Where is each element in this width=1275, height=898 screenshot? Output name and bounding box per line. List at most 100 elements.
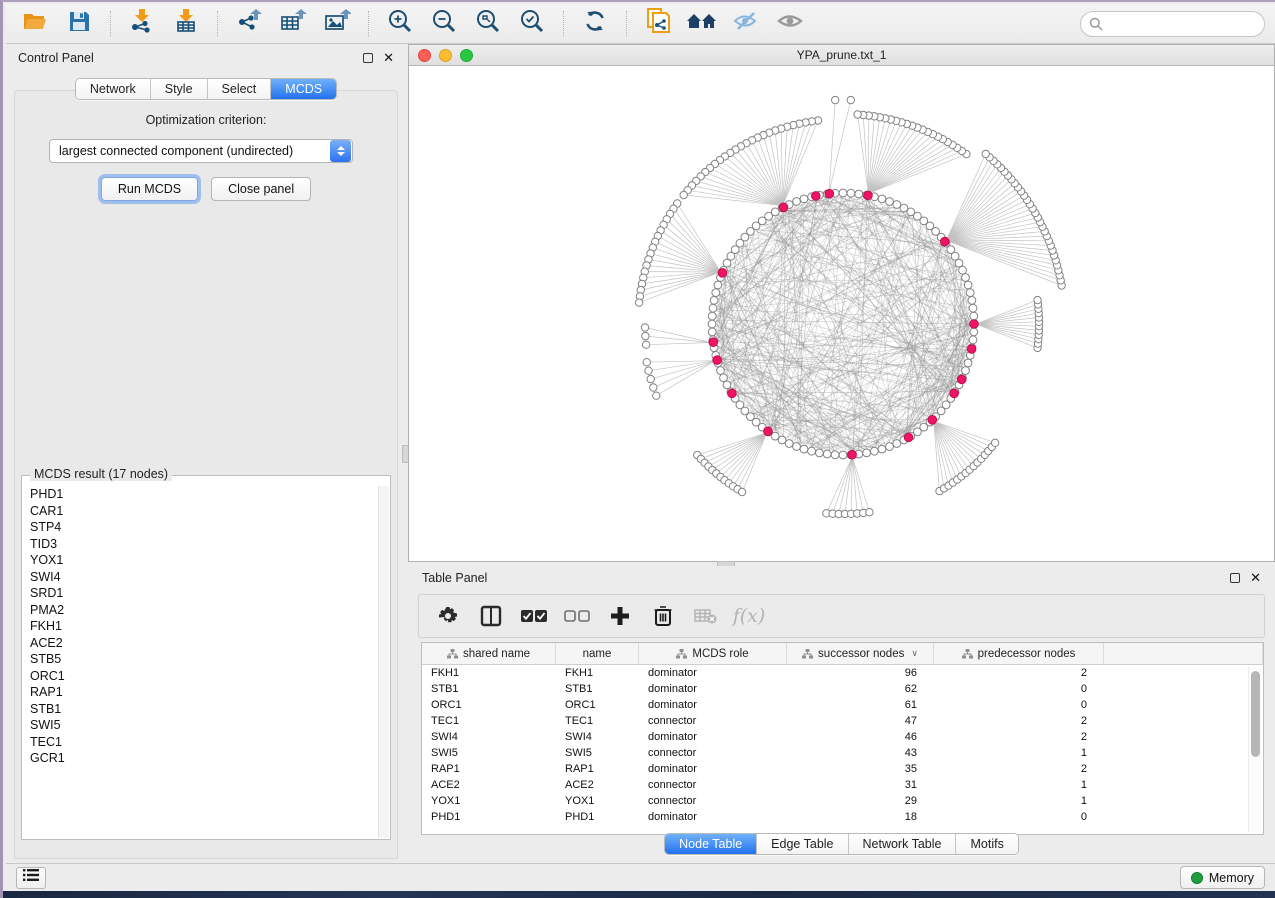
save-button[interactable] (60, 8, 98, 40)
table-cell: SWI5 (422, 745, 556, 761)
memory-button[interactable]: Memory (1180, 866, 1265, 889)
show-column-icon[interactable] (478, 603, 504, 629)
first-neighbors-button[interactable] (683, 8, 721, 40)
zoom-out-button[interactable] (425, 8, 463, 40)
table-row[interactable]: RAP1RAP1dominator352 (422, 761, 1263, 777)
search-input[interactable] (1080, 11, 1265, 37)
network-window-titlebar[interactable]: YPA_prune.txt_1 (409, 45, 1274, 66)
mcds-result-item[interactable]: STP4 (30, 519, 376, 536)
table-cell: 2 (934, 729, 1104, 745)
task-history-button[interactable] (16, 867, 46, 889)
column-header-name[interactable]: name (556, 643, 639, 664)
table-cell: 0 (934, 697, 1104, 713)
import-table-button[interactable] (167, 8, 205, 40)
export-image-button[interactable] (318, 8, 356, 40)
network-graph (409, 66, 1275, 562)
mcds-result-item[interactable]: ORC1 (30, 668, 376, 685)
function-builder-icon[interactable]: f(x) (736, 603, 762, 629)
float-table-panel-icon[interactable] (1230, 573, 1240, 583)
close-panel-button[interactable]: Close panel (211, 177, 311, 201)
zoom-in-button[interactable] (381, 8, 419, 40)
column-header-shared-name[interactable]: shared name (422, 643, 556, 664)
clone-network-button[interactable] (639, 8, 677, 40)
delete-table-icon[interactable] (693, 603, 719, 629)
mcds-result-item[interactable]: GCR1 (30, 750, 376, 767)
mcds-result-item[interactable]: PHD1 (30, 486, 376, 503)
window-maximize-button[interactable] (460, 49, 473, 62)
table-row[interactable]: FKH1FKH1dominator962 (422, 665, 1263, 681)
table-cell: FKH1 (556, 665, 639, 681)
table-scrollbar-thumb[interactable] (1251, 671, 1260, 757)
table-cell-filler (1104, 697, 1263, 713)
mcds-result-item[interactable]: SWI5 (30, 717, 376, 734)
tab-network[interactable]: Network (76, 79, 151, 99)
table-tab-edge-table[interactable]: Edge Table (757, 834, 848, 854)
mcds-result-item[interactable]: TID3 (30, 536, 376, 553)
table-cell: RAP1 (422, 761, 556, 777)
settings-gear-icon[interactable] (435, 603, 461, 629)
table-cell-filler (1104, 729, 1263, 745)
table-cell: 2 (934, 665, 1104, 681)
column-header-MCDS-role[interactable]: MCDS role (639, 643, 787, 664)
table-cell: dominator (639, 761, 787, 777)
close-panel-icon[interactable]: ✕ (383, 53, 394, 63)
unselect-all-checkboxes-icon[interactable] (564, 603, 590, 629)
mcds-result-item[interactable]: STB5 (30, 651, 376, 668)
network-canvas[interactable] (409, 66, 1274, 561)
open-file-button[interactable] (16, 8, 54, 40)
table-row[interactable]: STB1STB1dominator620 (422, 681, 1263, 697)
import-network-button[interactable] (123, 8, 161, 40)
mcds-result-item[interactable]: PMA2 (30, 602, 376, 619)
window-close-button[interactable] (418, 49, 431, 62)
table-row[interactable]: PHD1PHD1dominator180 (422, 809, 1263, 825)
zoom-fit-button[interactable] (469, 8, 507, 40)
mcds-result-item[interactable]: TEC1 (30, 734, 376, 751)
mcds-result-item[interactable]: FKH1 (30, 618, 376, 635)
export-table-button[interactable] (274, 8, 312, 40)
optimization-criterion-dropdown[interactable]: largest connected component (undirected) (49, 139, 353, 163)
mcds-result-item[interactable]: CAR1 (30, 503, 376, 520)
hide-selected-button[interactable] (727, 8, 765, 40)
table-tab-network-table[interactable]: Network Table (849, 834, 957, 854)
export-network-button[interactable] (230, 8, 268, 40)
select-all-checkboxes-icon[interactable] (521, 603, 547, 629)
float-panel-icon[interactable] (363, 53, 373, 63)
table-cell: FKH1 (422, 665, 556, 681)
toolbar-separator (217, 11, 218, 37)
mcds-result-item[interactable]: SWI4 (30, 569, 376, 586)
table-body: FKH1FKH1dominator962STB1STB1dominator620… (422, 665, 1263, 825)
table-cell: 62 (787, 681, 934, 697)
tab-mcds[interactable]: MCDS (271, 79, 336, 99)
table-cell: TEC1 (556, 713, 639, 729)
close-table-panel-icon[interactable]: ✕ (1250, 573, 1261, 583)
mcds-result-item[interactable]: ACE2 (30, 635, 376, 652)
control-panel-header: Control Panel ✕ (6, 44, 406, 72)
table-row[interactable]: SWI5SWI5connector431 (422, 745, 1263, 761)
table-row[interactable]: YOX1YOX1connector291 (422, 793, 1263, 809)
run-mcds-button[interactable]: Run MCDS (101, 177, 198, 201)
table-row[interactable]: ACE2ACE2connector311 (422, 777, 1263, 793)
table-row[interactable]: TEC1TEC1connector472 (422, 713, 1263, 729)
table-cell: 35 (787, 761, 934, 777)
column-header-predecessor-nodes[interactable]: predecessor nodes (934, 643, 1104, 664)
window-minimize-button[interactable] (439, 49, 452, 62)
mcds-result-item[interactable]: YOX1 (30, 552, 376, 569)
table-tab-motifs[interactable]: Motifs (956, 834, 1017, 854)
mcds-result-item[interactable]: RAP1 (30, 684, 376, 701)
zoom-fit-icon (475, 8, 501, 39)
mcds-result-item[interactable]: STB1 (30, 701, 376, 718)
add-column-icon[interactable] (607, 603, 633, 629)
tab-select[interactable]: Select (208, 79, 272, 99)
tab-style[interactable]: Style (151, 79, 208, 99)
column-header-successor-nodes[interactable]: successor nodes∨ (787, 643, 934, 664)
show-all-button[interactable] (771, 8, 809, 40)
refresh-button[interactable] (576, 8, 614, 40)
table-row[interactable]: ORC1ORC1dominator610 (422, 697, 1263, 713)
mcds-result-item[interactable]: SRD1 (30, 585, 376, 602)
mcds-list-scrollbar[interactable] (378, 486, 389, 838)
delete-column-icon[interactable] (650, 603, 676, 629)
zoom-selected-button[interactable] (513, 8, 551, 40)
table-row[interactable]: SWI4SWI4dominator462 (422, 729, 1263, 745)
table-scrollbar[interactable] (1248, 667, 1261, 832)
table-tab-node-table[interactable]: Node Table (665, 834, 757, 854)
